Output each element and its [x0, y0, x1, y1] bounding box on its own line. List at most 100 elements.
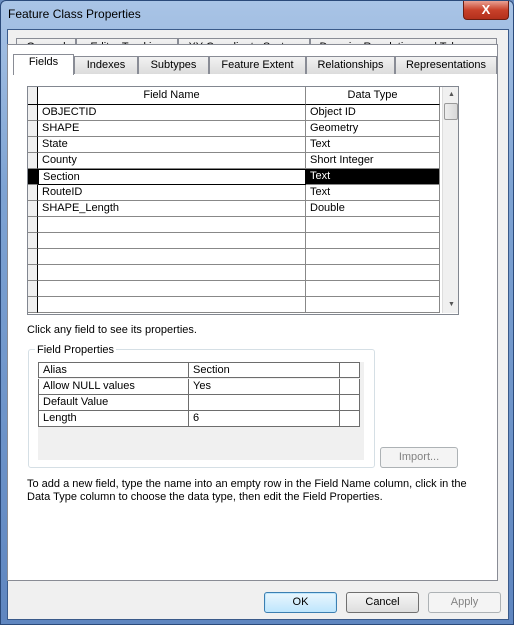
- property-value-cell[interactable]: Yes: [188, 379, 340, 395]
- tab-label: Indexes: [86, 59, 126, 71]
- row-selector[interactable]: [28, 201, 38, 217]
- scroll-thumb[interactable]: [444, 103, 458, 120]
- window-title: Feature Class Properties: [8, 7, 141, 21]
- row-selector[interactable]: [28, 153, 38, 169]
- help-text: To add a new field, type the name into a…: [27, 478, 467, 503]
- tab-label: Representations: [405, 59, 487, 71]
- field-name-cell[interactable]: [38, 233, 306, 249]
- field-name-cell[interactable]: RouteID: [38, 185, 306, 201]
- field-row[interactable]: [28, 217, 440, 233]
- data-type-cell[interactable]: Short Integer: [306, 153, 440, 169]
- field-name-cell[interactable]: County: [38, 153, 306, 169]
- row-selector[interactable]: [28, 249, 38, 265]
- data-type-cell[interactable]: [306, 249, 440, 265]
- field-row[interactable]: County Short Integer: [28, 153, 440, 169]
- scroll-down-icon[interactable]: ▼: [443, 297, 458, 313]
- row-selector[interactable]: [28, 233, 38, 249]
- row-selector[interactable]: [28, 121, 38, 137]
- row-selector[interactable]: [28, 281, 38, 297]
- grid-header-row: Field Name Data Type: [28, 87, 440, 105]
- property-name-cell: Length: [38, 411, 189, 427]
- row-header-corner: [28, 87, 38, 105]
- tab-representations[interactable]: Representations: [395, 56, 497, 74]
- tab-label: Relationships: [317, 59, 384, 71]
- tab-indexes[interactable]: Indexes: [74, 56, 138, 74]
- field-row[interactable]: [28, 297, 440, 313]
- data-type-cell[interactable]: [306, 265, 440, 281]
- field-name-cell[interactable]: Section: [38, 169, 306, 185]
- property-row[interactable]: Alias Section: [38, 362, 360, 378]
- close-button[interactable]: X: [463, 1, 509, 20]
- fields-grid: Field Name Data Type OBJECTID Object ID SH…: [27, 86, 459, 315]
- field-row[interactable]: RouteID Text: [28, 185, 440, 201]
- row-selector[interactable]: [28, 265, 38, 281]
- tab-label: Fields: [28, 56, 59, 68]
- field-name-cell[interactable]: SHAPE_Length: [38, 201, 306, 217]
- property-value-cell[interactable]: [188, 395, 340, 411]
- field-row[interactable]: [28, 265, 440, 281]
- field-properties-grid: Alias Section Allow NULL values Yes Default …: [38, 362, 364, 460]
- tab-fields[interactable]: Fields: [13, 54, 74, 75]
- property-extra-cell: [339, 379, 360, 395]
- close-icon: X: [481, 2, 491, 17]
- field-name-cell[interactable]: State: [38, 137, 306, 153]
- field-row[interactable]: OBJECTID Object ID: [28, 105, 440, 121]
- row-selector[interactable]: [28, 217, 38, 233]
- field-name-cell[interactable]: SHAPE: [38, 121, 306, 137]
- field-row[interactable]: Section Text: [28, 169, 440, 185]
- data-type-cell[interactable]: Text: [306, 185, 440, 201]
- property-row[interactable]: Length 6: [38, 411, 360, 427]
- data-type-cell[interactable]: [306, 281, 440, 297]
- field-row[interactable]: SHAPE Geometry: [28, 121, 440, 137]
- import-button[interactable]: Import...: [380, 447, 458, 468]
- field-row[interactable]: [28, 281, 440, 297]
- field-properties-label: Field Properties: [35, 344, 117, 356]
- field-name-cell[interactable]: [38, 297, 306, 313]
- data-type-cell[interactable]: [306, 297, 440, 313]
- ok-button[interactable]: OK: [264, 592, 337, 613]
- property-value-cell[interactable]: 6: [188, 411, 340, 427]
- property-extra-cell: [339, 362, 360, 378]
- cancel-button[interactable]: Cancel: [346, 592, 419, 613]
- row-selector[interactable]: [28, 105, 38, 121]
- data-type-cell[interactable]: Text: [306, 137, 440, 153]
- field-row[interactable]: SHAPE_Length Double: [28, 201, 440, 217]
- field-row[interactable]: [28, 233, 440, 249]
- tab-label: Subtypes: [150, 59, 197, 71]
- tab-subtypes[interactable]: Subtypes: [138, 56, 209, 74]
- scroll-up-icon[interactable]: ▲: [443, 87, 458, 103]
- data-type-header[interactable]: Data Type: [306, 87, 440, 105]
- data-type-cell[interactable]: [306, 217, 440, 233]
- data-type-cell[interactable]: [306, 233, 440, 249]
- row-selector[interactable]: [28, 185, 38, 201]
- property-name-cell: Alias: [38, 362, 189, 378]
- property-name-cell: Allow NULL values: [38, 379, 189, 395]
- field-name-cell[interactable]: [38, 265, 306, 281]
- data-type-cell[interactable]: Object ID: [306, 105, 440, 121]
- grid-hint-text: Click any field to see its properties.: [27, 324, 197, 336]
- property-row[interactable]: Default Value: [38, 395, 360, 411]
- field-name-cell[interactable]: OBJECTID: [38, 105, 306, 121]
- property-extra-cell: [339, 411, 360, 427]
- grid-scrollbar[interactable]: ▲ ▼: [442, 87, 458, 313]
- row-selector[interactable]: [28, 169, 38, 185]
- property-extra-cell: [339, 395, 360, 411]
- field-name-cell[interactable]: [38, 249, 306, 265]
- data-type-cell[interactable]: Double: [306, 201, 440, 217]
- data-type-cell[interactable]: Geometry: [306, 121, 440, 137]
- property-name-cell: Default Value: [38, 395, 189, 411]
- row-selector[interactable]: [28, 297, 38, 313]
- property-value-cell[interactable]: Section: [188, 362, 340, 378]
- tab-feature-extent[interactable]: Feature Extent: [209, 56, 306, 74]
- tab-label: Feature Extent: [221, 59, 294, 71]
- apply-button[interactable]: Apply: [428, 592, 501, 613]
- field-name-cell[interactable]: [38, 217, 306, 233]
- property-row[interactable]: Allow NULL values Yes: [38, 379, 360, 395]
- field-name-header[interactable]: Field Name: [38, 87, 306, 105]
- field-name-cell[interactable]: [38, 281, 306, 297]
- tab-relationships[interactable]: Relationships: [306, 56, 395, 74]
- field-row[interactable]: State Text: [28, 137, 440, 153]
- field-row[interactable]: [28, 249, 440, 265]
- row-selector[interactable]: [28, 137, 38, 153]
- data-type-cell[interactable]: Text: [306, 169, 440, 185]
